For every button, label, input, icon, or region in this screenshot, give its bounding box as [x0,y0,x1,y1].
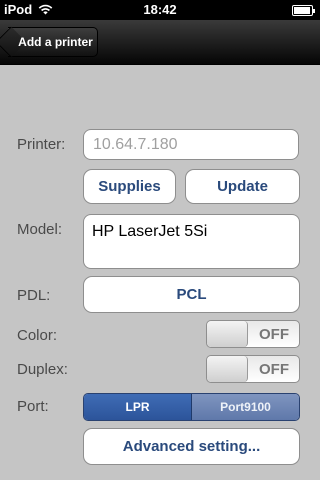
navigation-bar: Add a printer [0,20,320,65]
printer-address-input[interactable]: 10.64.7.180 [83,129,299,160]
color-toggle[interactable]: OFF [206,320,300,348]
update-button[interactable]: Update [185,169,300,204]
pdl-selector-button[interactable]: PCL [83,276,300,313]
duplex-toggle-knob [207,356,248,382]
port-segmented-control: LPR Port9100 [83,393,300,421]
advanced-setting-button[interactable]: Advanced setting... [83,428,300,465]
color-label: Color: [17,327,58,344]
clock: 18:42 [143,2,177,17]
back-button-label: Add a printer [18,35,93,49]
duplex-toggle-state: OFF [259,361,289,378]
port-option-lpr[interactable]: LPR [84,394,192,420]
color-toggle-knob [207,321,248,347]
color-toggle-state: OFF [259,326,289,343]
model-label: Model: [17,221,63,238]
battery-icon [292,5,315,16]
supplies-button[interactable]: Supplies [83,169,176,204]
model-field[interactable]: HP LaserJet 5Si [83,214,300,269]
duplex-toggle[interactable]: OFF [206,355,300,383]
back-button[interactable]: Add a printer [8,27,98,57]
printer-label: Printer: [17,136,66,153]
port-option-port9100[interactable]: Port9100 [192,394,299,420]
port-label: Port: [17,398,49,415]
status-bar: iPod 18:42 [0,0,320,20]
duplex-label: Duplex: [17,361,68,378]
pdl-label: PDL: [17,287,51,304]
